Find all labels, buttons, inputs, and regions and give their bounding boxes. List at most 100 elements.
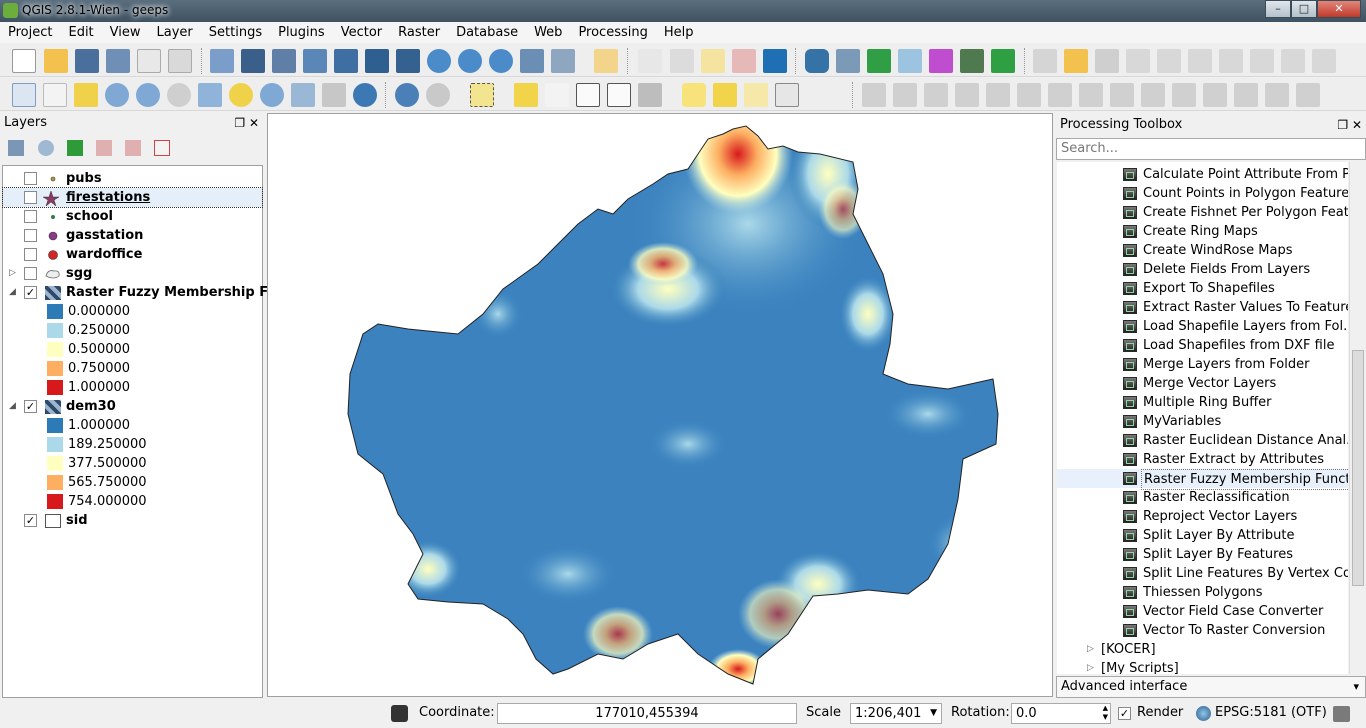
menu-plugins[interactable]: Plugins: [270, 22, 333, 43]
algorithm-item[interactable]: Vector To Raster Conversion: [1057, 621, 1348, 640]
add-group-icon[interactable]: [8, 140, 24, 156]
menu-vector[interactable]: Vector: [333, 22, 390, 43]
algorithm-item[interactable]: Create Fishnet Per Polygon Feat...: [1057, 203, 1348, 222]
algorithm-item[interactable]: Raster Reclassification: [1057, 488, 1348, 507]
algorithm-item[interactable]: Multiple Ring Buffer: [1057, 393, 1348, 412]
algorithm-item[interactable]: Merge Layers from Folder: [1057, 355, 1348, 374]
menu-database[interactable]: Database: [448, 22, 526, 43]
algorithm-item[interactable]: Count Points in Polygon Features: [1057, 184, 1348, 203]
dem-raster-map[interactable]: [268, 114, 1053, 697]
add-wfs-layer-icon[interactable]: [489, 49, 513, 73]
plugin-manager-icon[interactable]: [960, 49, 984, 73]
add-part-icon[interactable]: [986, 83, 1010, 107]
pan-to-selection-icon[interactable]: [74, 83, 98, 107]
add-feature-icon[interactable]: [1126, 49, 1150, 73]
layer-row-dem30[interactable]: ◢ ✓ dem30: [3, 397, 262, 416]
algorithm-item[interactable]: Load Shapefile Layers from Fol...: [1057, 317, 1348, 336]
algorithm-item[interactable]: Calculate Point Attribute From P...: [1057, 165, 1348, 184]
zoom-to-selection-icon[interactable]: [229, 83, 253, 107]
collapse-arrow-icon[interactable]: ◢: [9, 283, 16, 302]
layer-row-school[interactable]: school: [3, 207, 262, 226]
algorithm-item[interactable]: Split Line Features By Vertex Co...: [1057, 564, 1348, 583]
save-as-icon[interactable]: [106, 49, 130, 73]
coordinate-field[interactable]: 177010,455394: [497, 703, 797, 724]
terrain-icon[interactable]: [991, 49, 1015, 73]
vector-tool-icon[interactable]: [732, 49, 756, 73]
text-annotation-icon[interactable]: [775, 83, 799, 107]
delete-ring-icon[interactable]: [1048, 83, 1072, 107]
expand-arrow-icon[interactable]: ▷: [1087, 640, 1094, 659]
pan-hand-icon[interactable]: [43, 83, 67, 107]
add-delimited-text-icon[interactable]: [520, 49, 544, 73]
menu-processing[interactable]: Processing: [570, 22, 655, 43]
layer-checkbox[interactable]: [24, 248, 37, 261]
layer-checkbox[interactable]: ✓: [24, 400, 37, 413]
node-tool-icon[interactable]: [1188, 49, 1212, 73]
layer-checkbox[interactable]: [24, 229, 37, 242]
redo-icon[interactable]: [924, 83, 948, 107]
calculator-icon[interactable]: [836, 49, 860, 73]
run-action-icon[interactable]: [426, 83, 450, 107]
attribute-table-icon[interactable]: [576, 83, 600, 107]
toolbar-overflow-icon[interactable]: [1344, 83, 1366, 107]
processing-icon[interactable]: [763, 49, 787, 73]
offset-curve-icon[interactable]: [1141, 83, 1165, 107]
menu-raster[interactable]: Raster: [390, 22, 448, 43]
filter-legend-icon[interactable]: [67, 140, 83, 156]
spin-arrows-icon[interactable]: ▲ ▼: [1103, 704, 1108, 722]
merge-features-icon[interactable]: [1234, 83, 1258, 107]
crosshair-icon[interactable]: [638, 49, 662, 73]
rotate-point-icon[interactable]: [1296, 83, 1320, 107]
reshape-icon[interactable]: [1110, 83, 1134, 107]
float-panel-button[interactable]: ❐: [234, 116, 245, 130]
split-features-icon[interactable]: [1172, 83, 1196, 107]
layer-row-sgg[interactable]: ▷ sgg: [3, 264, 262, 283]
zoom-last-icon[interactable]: [291, 83, 315, 107]
toggle-extents-icon[interactable]: [391, 705, 408, 722]
algorithm-item[interactable]: Create WindRose Maps: [1057, 241, 1348, 260]
group-item-my-scripts[interactable]: ▷ [My Scripts]: [1057, 659, 1348, 674]
remove-layer-icon[interactable]: [154, 140, 170, 156]
algorithm-item[interactable]: Export To Shapefiles: [1057, 279, 1348, 298]
add-vector-layer-icon[interactable]: [210, 49, 234, 73]
layer-row-pubs[interactable]: pubs: [3, 169, 262, 188]
layer-checkbox[interactable]: [24, 210, 37, 223]
map-canvas[interactable]: [267, 113, 1053, 697]
menu-settings[interactable]: Settings: [201, 22, 270, 43]
delete-part-icon[interactable]: [1079, 83, 1103, 107]
algorithm-item[interactable]: Raster Extract by Attributes: [1057, 450, 1348, 469]
layer-row-firestations[interactable]: firestations: [2, 187, 263, 208]
layer-row-wardoffice[interactable]: wardoffice: [3, 245, 262, 264]
zoom-in-icon[interactable]: [105, 83, 129, 107]
layer-row-raster-fuzzy[interactable]: ◢ ✓ Raster Fuzzy Membership Fu...: [3, 283, 292, 302]
close-panel-button[interactable]: ✕: [249, 116, 259, 130]
layer-checkbox[interactable]: [24, 172, 37, 185]
show-bookmarks-icon[interactable]: [744, 83, 768, 107]
add-mssql-layer-icon[interactable]: [334, 49, 358, 73]
menu-web[interactable]: Web: [526, 22, 570, 43]
toggle-editing-icon[interactable]: [1064, 49, 1088, 73]
zoom-out-icon[interactable]: [136, 83, 160, 107]
layer-checkbox[interactable]: ✓: [24, 514, 37, 527]
layer-row-sid[interactable]: ✓ sid: [3, 511, 262, 530]
manage-visibility-icon[interactable]: [38, 140, 54, 156]
messages-icon[interactable]: [1333, 706, 1350, 722]
copy-features-icon[interactable]: [1281, 49, 1305, 73]
measure-line-icon[interactable]: [638, 83, 662, 107]
touch-pan-icon[interactable]: [12, 83, 36, 107]
python-console-icon[interactable]: [805, 49, 829, 73]
algorithm-item[interactable]: Split Layer By Attribute: [1057, 526, 1348, 545]
paste-features-icon[interactable]: [1312, 49, 1336, 73]
field-calculator-icon[interactable]: [607, 83, 631, 107]
new-temporary-layer-icon[interactable]: [594, 49, 618, 73]
menu-edit[interactable]: Edit: [60, 22, 101, 43]
algorithm-item[interactable]: Delete Fields From Layers: [1057, 260, 1348, 279]
color-tool-icon[interactable]: [929, 49, 953, 73]
add-db2-layer-icon[interactable]: [396, 49, 420, 73]
save-edits-icon[interactable]: [1095, 49, 1119, 73]
algorithm-item[interactable]: Create Ring Maps: [1057, 222, 1348, 241]
select-features-icon[interactable]: [470, 83, 494, 107]
menu-project[interactable]: Project: [0, 22, 60, 43]
float-panel-button[interactable]: ❐: [1337, 118, 1348, 132]
refresh-plugin-icon[interactable]: [867, 49, 891, 73]
